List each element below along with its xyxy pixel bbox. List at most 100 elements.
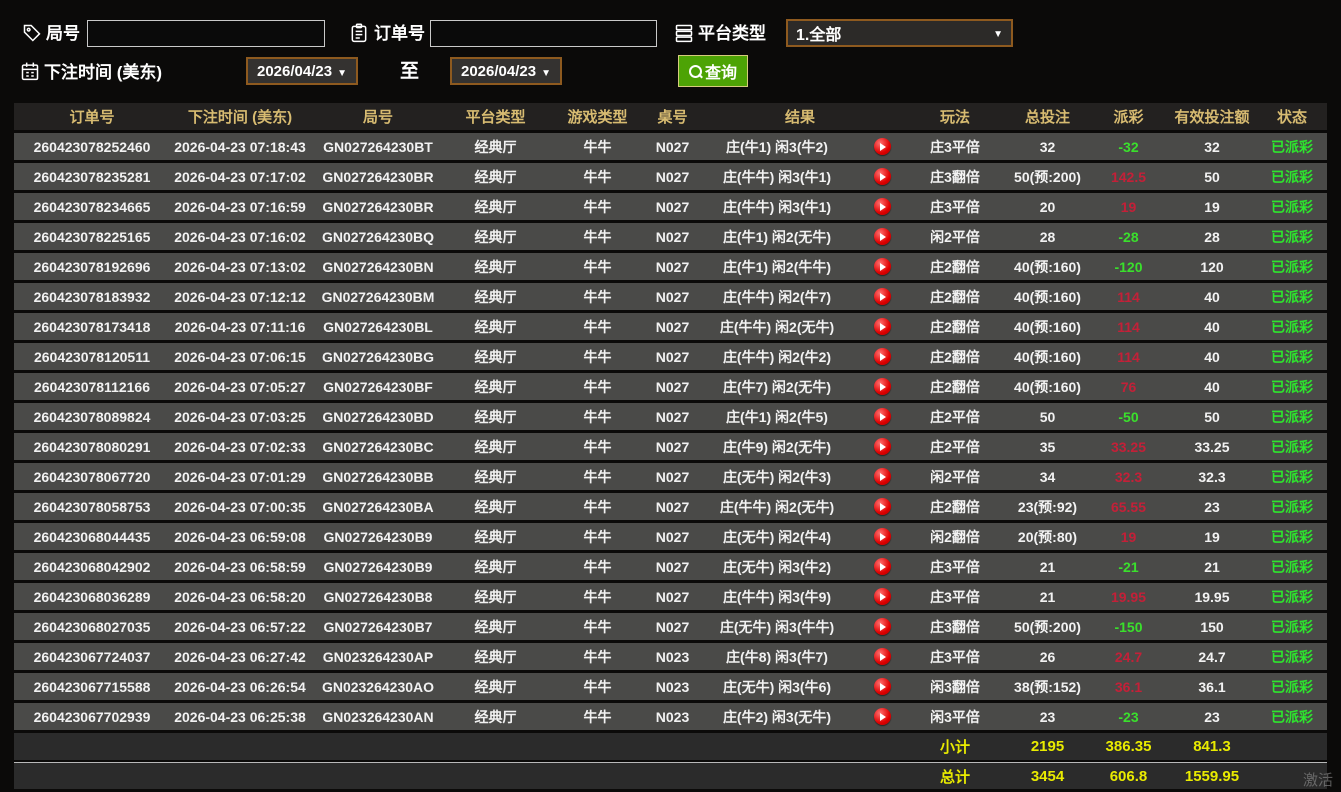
date-to-picker[interactable]: 2026/04/23 — [450, 57, 562, 85]
result-text: 庄(牛牛) 闲2(牛2) — [695, 347, 859, 367]
play-video-icon[interactable] — [859, 498, 905, 515]
bet-time-cell: 2026-04-23 06:25:38 — [170, 709, 310, 725]
play-video-icon[interactable] — [859, 228, 905, 245]
bet-time-cell: 2026-04-23 07:13:02 — [170, 259, 310, 275]
status-cell: 已派彩 — [1257, 587, 1327, 607]
platform-cell: 经典厅 — [446, 557, 545, 577]
platform-cell: 经典厅 — [446, 287, 545, 307]
game-type-cell: 牛牛 — [545, 197, 650, 217]
play-video-icon[interactable] — [859, 618, 905, 635]
game-type-cell: 牛牛 — [545, 137, 650, 157]
result-text: 庄(牛2) 闲3(无牛) — [695, 707, 859, 727]
order-no-input[interactable] — [430, 20, 657, 47]
valid-bet-cell: 50 — [1167, 409, 1257, 425]
platform-select[interactable]: 1.全部 — [786, 19, 1013, 47]
game-no-cell: GN027264230B9 — [310, 559, 446, 575]
bet-time-cell: 2026-04-23 06:26:54 — [170, 679, 310, 695]
table-row: 260423078120511 2026-04-23 07:06:15 GN02… — [14, 343, 1327, 370]
play-video-icon[interactable] — [859, 558, 905, 575]
platform-select-value: 1.全部 — [796, 21, 993, 45]
result-text: 庄(牛1) 闲2(牛5) — [695, 407, 859, 427]
header-table-no: 桌号 — [650, 106, 695, 127]
order-no-cell: 260423078183932 — [14, 289, 170, 305]
game-type-cell: 牛牛 — [545, 287, 650, 307]
result-text: 庄(无牛) 闲3(牛牛) — [695, 617, 859, 637]
play-video-icon[interactable] — [859, 648, 905, 665]
result-text: 庄(牛牛) 闲3(牛1) — [695, 197, 859, 217]
header-payout: 派彩 — [1090, 106, 1167, 127]
play-video-icon[interactable] — [859, 198, 905, 215]
result-text: 庄(牛9) 闲2(无牛) — [695, 437, 859, 457]
play-type-cell: 庄2平倍 — [905, 407, 1005, 427]
play-video-icon[interactable] — [859, 378, 905, 395]
bet-time-cell: 2026-04-23 07:06:15 — [170, 349, 310, 365]
clipboard-icon — [349, 23, 369, 43]
payout-cell: 24.7 — [1090, 649, 1167, 665]
play-type-cell: 闲3翻倍 — [905, 677, 1005, 697]
status-cell: 已派彩 — [1257, 167, 1327, 187]
table-no-cell: N027 — [650, 169, 695, 185]
status-cell: 已派彩 — [1257, 437, 1327, 457]
play-video-icon[interactable] — [859, 408, 905, 425]
bet-time-cell: 2026-04-23 07:16:02 — [170, 229, 310, 245]
table-header-row: 订单号 下注时间 (美东) 局号 平台类型 游戏类型 桌号 结果 玩法 总投注 … — [14, 103, 1327, 130]
play-video-icon[interactable] — [859, 708, 905, 725]
payout-cell: -28 — [1090, 229, 1167, 245]
payout-cell: 76 — [1090, 379, 1167, 395]
valid-bet-cell: 150 — [1167, 619, 1257, 635]
play-video-icon[interactable] — [859, 318, 905, 335]
table-no-cell: N027 — [650, 139, 695, 155]
table-row: 260423078183932 2026-04-23 07:12:12 GN02… — [14, 283, 1327, 310]
play-video-icon[interactable] — [859, 258, 905, 275]
calendar-icon — [20, 61, 40, 81]
bet-time-cell: 2026-04-23 06:27:42 — [170, 649, 310, 665]
payout-cell: 142.5 — [1090, 169, 1167, 185]
play-type-cell: 庄3翻倍 — [905, 617, 1005, 637]
game-no-cell: GN027264230BC — [310, 439, 446, 455]
query-button[interactable]: 查询 — [678, 55, 748, 87]
order-no-cell: 260423067702939 — [14, 709, 170, 725]
result-cell: 庄(牛牛) 闲3(牛9) — [695, 587, 905, 607]
play-video-icon[interactable] — [859, 138, 905, 155]
chevron-down-icon — [337, 63, 347, 80]
game-no-input[interactable] — [87, 20, 325, 47]
result-cell: 庄(牛9) 闲2(无牛) — [695, 437, 905, 457]
play-video-icon[interactable] — [859, 468, 905, 485]
platform-cell: 经典厅 — [446, 677, 545, 697]
payout-cell: 19 — [1090, 199, 1167, 215]
date-from-picker[interactable]: 2026/04/23 — [246, 57, 358, 85]
result-text: 庄(牛1) 闲2(牛牛) — [695, 257, 859, 277]
payout-cell: -23 — [1090, 709, 1167, 725]
bet-time-cell: 2026-04-23 07:02:33 — [170, 439, 310, 455]
table-row: 260423068044435 2026-04-23 06:59:08 GN02… — [14, 523, 1327, 550]
table-row: 260423067724037 2026-04-23 06:27:42 GN02… — [14, 643, 1327, 670]
play-video-icon[interactable] — [859, 288, 905, 305]
play-video-icon[interactable] — [859, 438, 905, 455]
total-bet-cell: 26 — [1005, 649, 1090, 665]
order-no-cell: 260423068036289 — [14, 589, 170, 605]
play-video-icon[interactable] — [859, 678, 905, 695]
play-type-cell: 庄3翻倍 — [905, 167, 1005, 187]
order-no-cell: 260423078058753 — [14, 499, 170, 515]
play-video-icon[interactable] — [859, 168, 905, 185]
valid-bet-cell: 23 — [1167, 499, 1257, 515]
platform-cell: 经典厅 — [446, 587, 545, 607]
play-type-cell: 闲3平倍 — [905, 707, 1005, 727]
bet-time-cell: 2026-04-23 07:01:29 — [170, 469, 310, 485]
total-total-bet: 3454 — [1005, 768, 1090, 785]
status-cell: 已派彩 — [1257, 227, 1327, 247]
total-bet-cell: 50 — [1005, 409, 1090, 425]
game-type-cell: 牛牛 — [545, 707, 650, 727]
total-bet-cell: 40(预:160) — [1005, 377, 1090, 397]
table-no-cell: N027 — [650, 439, 695, 455]
platform-cell: 经典厅 — [446, 197, 545, 217]
payout-cell: -21 — [1090, 559, 1167, 575]
play-video-icon[interactable] — [859, 528, 905, 545]
bet-time-cell: 2026-04-23 07:05:27 — [170, 379, 310, 395]
play-video-icon[interactable] — [859, 348, 905, 365]
valid-bet-cell: 24.7 — [1167, 649, 1257, 665]
result-text: 庄(牛1) 闲2(无牛) — [695, 227, 859, 247]
result-text: 庄(牛牛) 闲3(牛1) — [695, 167, 859, 187]
game-no-cell: GN027264230BA — [310, 499, 446, 515]
play-video-icon[interactable] — [859, 588, 905, 605]
